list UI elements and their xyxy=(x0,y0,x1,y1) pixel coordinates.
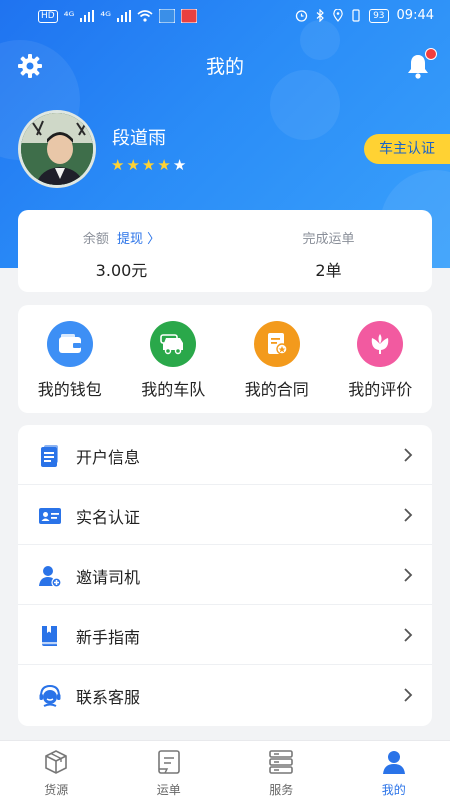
withdraw-link[interactable]: 提现 〉 xyxy=(117,232,160,247)
list-item-real-name[interactable]: 实名认证 xyxy=(18,485,432,545)
list-item-label: 新手指南 xyxy=(76,628,141,647)
owner-verify-button[interactable]: 车主认证 xyxy=(364,134,450,164)
wifi-icon xyxy=(137,10,153,22)
star-icon: ★ xyxy=(126,156,140,174)
menu-label: 我的车队 xyxy=(141,380,206,399)
vibrate-icon xyxy=(352,9,360,22)
menu-label: 我的合同 xyxy=(244,380,309,399)
list-item-label: 邀请司机 xyxy=(76,568,141,587)
clock: 09:44 xyxy=(396,8,434,23)
chevron-right-icon xyxy=(404,568,413,582)
list-item-label: 实名认证 xyxy=(76,508,141,527)
stats-card: 余额 提现 〉 3.00元 完成运单 2单 xyxy=(18,210,432,292)
quick-menu: 我的钱包 我的车队 我的合同 我的评价 xyxy=(18,305,432,413)
chevron-right-icon xyxy=(404,628,413,642)
battery-indicator: 93 xyxy=(369,8,389,23)
app-notification-icon xyxy=(181,9,198,23)
network-chip: HD xyxy=(38,9,58,23)
avatar[interactable] xyxy=(18,110,96,188)
bluetooth-icon xyxy=(316,9,324,22)
balance-value: 3.00元 xyxy=(95,261,148,280)
box-icon xyxy=(45,750,68,774)
menu-item-contract[interactable]: 我的合同 xyxy=(225,305,329,413)
app-notification-icon xyxy=(159,9,176,23)
signal-icon xyxy=(80,10,95,22)
list-item-label: 联系客服 xyxy=(76,688,141,707)
location-icon xyxy=(333,9,343,22)
tab-label: 服务 xyxy=(269,783,294,797)
truck-icon xyxy=(150,321,197,367)
user-name: 段道雨 xyxy=(112,128,166,149)
list-item-invite-driver[interactable]: 邀请司机 xyxy=(18,545,432,605)
notification-badge xyxy=(425,48,437,60)
tab-label: 我的 xyxy=(381,783,406,797)
menu-item-review[interactable]: 我的评价 xyxy=(329,305,433,413)
tab-mine[interactable]: 我的 xyxy=(338,741,450,800)
contract-icon xyxy=(253,321,300,367)
signal-label-2: ⁴ᴳ xyxy=(100,9,112,23)
tab-waybill[interactable]: 运单 xyxy=(113,741,226,800)
id-card-icon xyxy=(39,508,61,524)
list-item-customer-service[interactable]: 联系客服 xyxy=(18,665,432,725)
invite-user-icon xyxy=(39,566,62,588)
completed-label: 完成运单 xyxy=(302,232,355,247)
signal-icon xyxy=(117,10,132,22)
decor-bubble xyxy=(270,70,340,140)
chevron-right-icon xyxy=(404,508,413,522)
bottom-tab-bar: 货源 运单 服务 我的 xyxy=(0,740,450,800)
menu-label: 我的评价 xyxy=(348,380,413,399)
rating-stars: ★ ★ ★ ★ ★ xyxy=(111,157,186,173)
tab-label: 货源 xyxy=(44,783,69,797)
balance-label: 余额 xyxy=(82,232,109,247)
tab-service[interactable]: 服务 xyxy=(225,741,338,800)
page-title: 我的 xyxy=(205,56,244,78)
star-icon: ★ xyxy=(141,156,156,174)
book-icon xyxy=(42,626,57,646)
flower-icon xyxy=(357,321,404,367)
person-icon xyxy=(382,751,405,774)
star-icon: ★ xyxy=(157,156,171,174)
menu-item-fleet[interactable]: 我的车队 xyxy=(122,305,226,413)
waybill-icon xyxy=(157,750,180,774)
star-icon: ★ xyxy=(111,156,125,174)
completed-value: 2单 xyxy=(315,261,342,280)
wallet-icon xyxy=(46,321,93,367)
signal-label-1: ⁴ᴳ xyxy=(63,9,75,23)
menu-label: 我的钱包 xyxy=(37,380,102,399)
settings-list: 开户信息 实名认证 邀请司机 新手指南 联系客服 xyxy=(18,425,432,726)
document-icon xyxy=(41,445,58,467)
chevron-right-icon xyxy=(404,448,413,462)
completed-stat[interactable]: 完成运单 2单 xyxy=(225,210,432,281)
customer-service-icon xyxy=(39,684,61,707)
chevron-right-icon xyxy=(404,688,413,702)
list-item-beginner-guide[interactable]: 新手指南 xyxy=(18,605,432,665)
tab-label: 运单 xyxy=(156,783,181,797)
alarm-icon xyxy=(295,10,308,22)
tab-goods[interactable]: 货源 xyxy=(0,741,113,800)
list-item-label: 开户信息 xyxy=(76,448,141,467)
server-icon xyxy=(269,750,294,774)
menu-item-wallet[interactable]: 我的钱包 xyxy=(18,305,122,413)
star-icon: ★ xyxy=(172,156,187,174)
list-item-account-info[interactable]: 开户信息 xyxy=(18,425,432,485)
balance-stat: 余额 提现 〉 3.00元 xyxy=(18,210,225,281)
status-bar: HD ⁴ᴳ ⁴ᴳ 93 09:44 xyxy=(0,0,450,32)
